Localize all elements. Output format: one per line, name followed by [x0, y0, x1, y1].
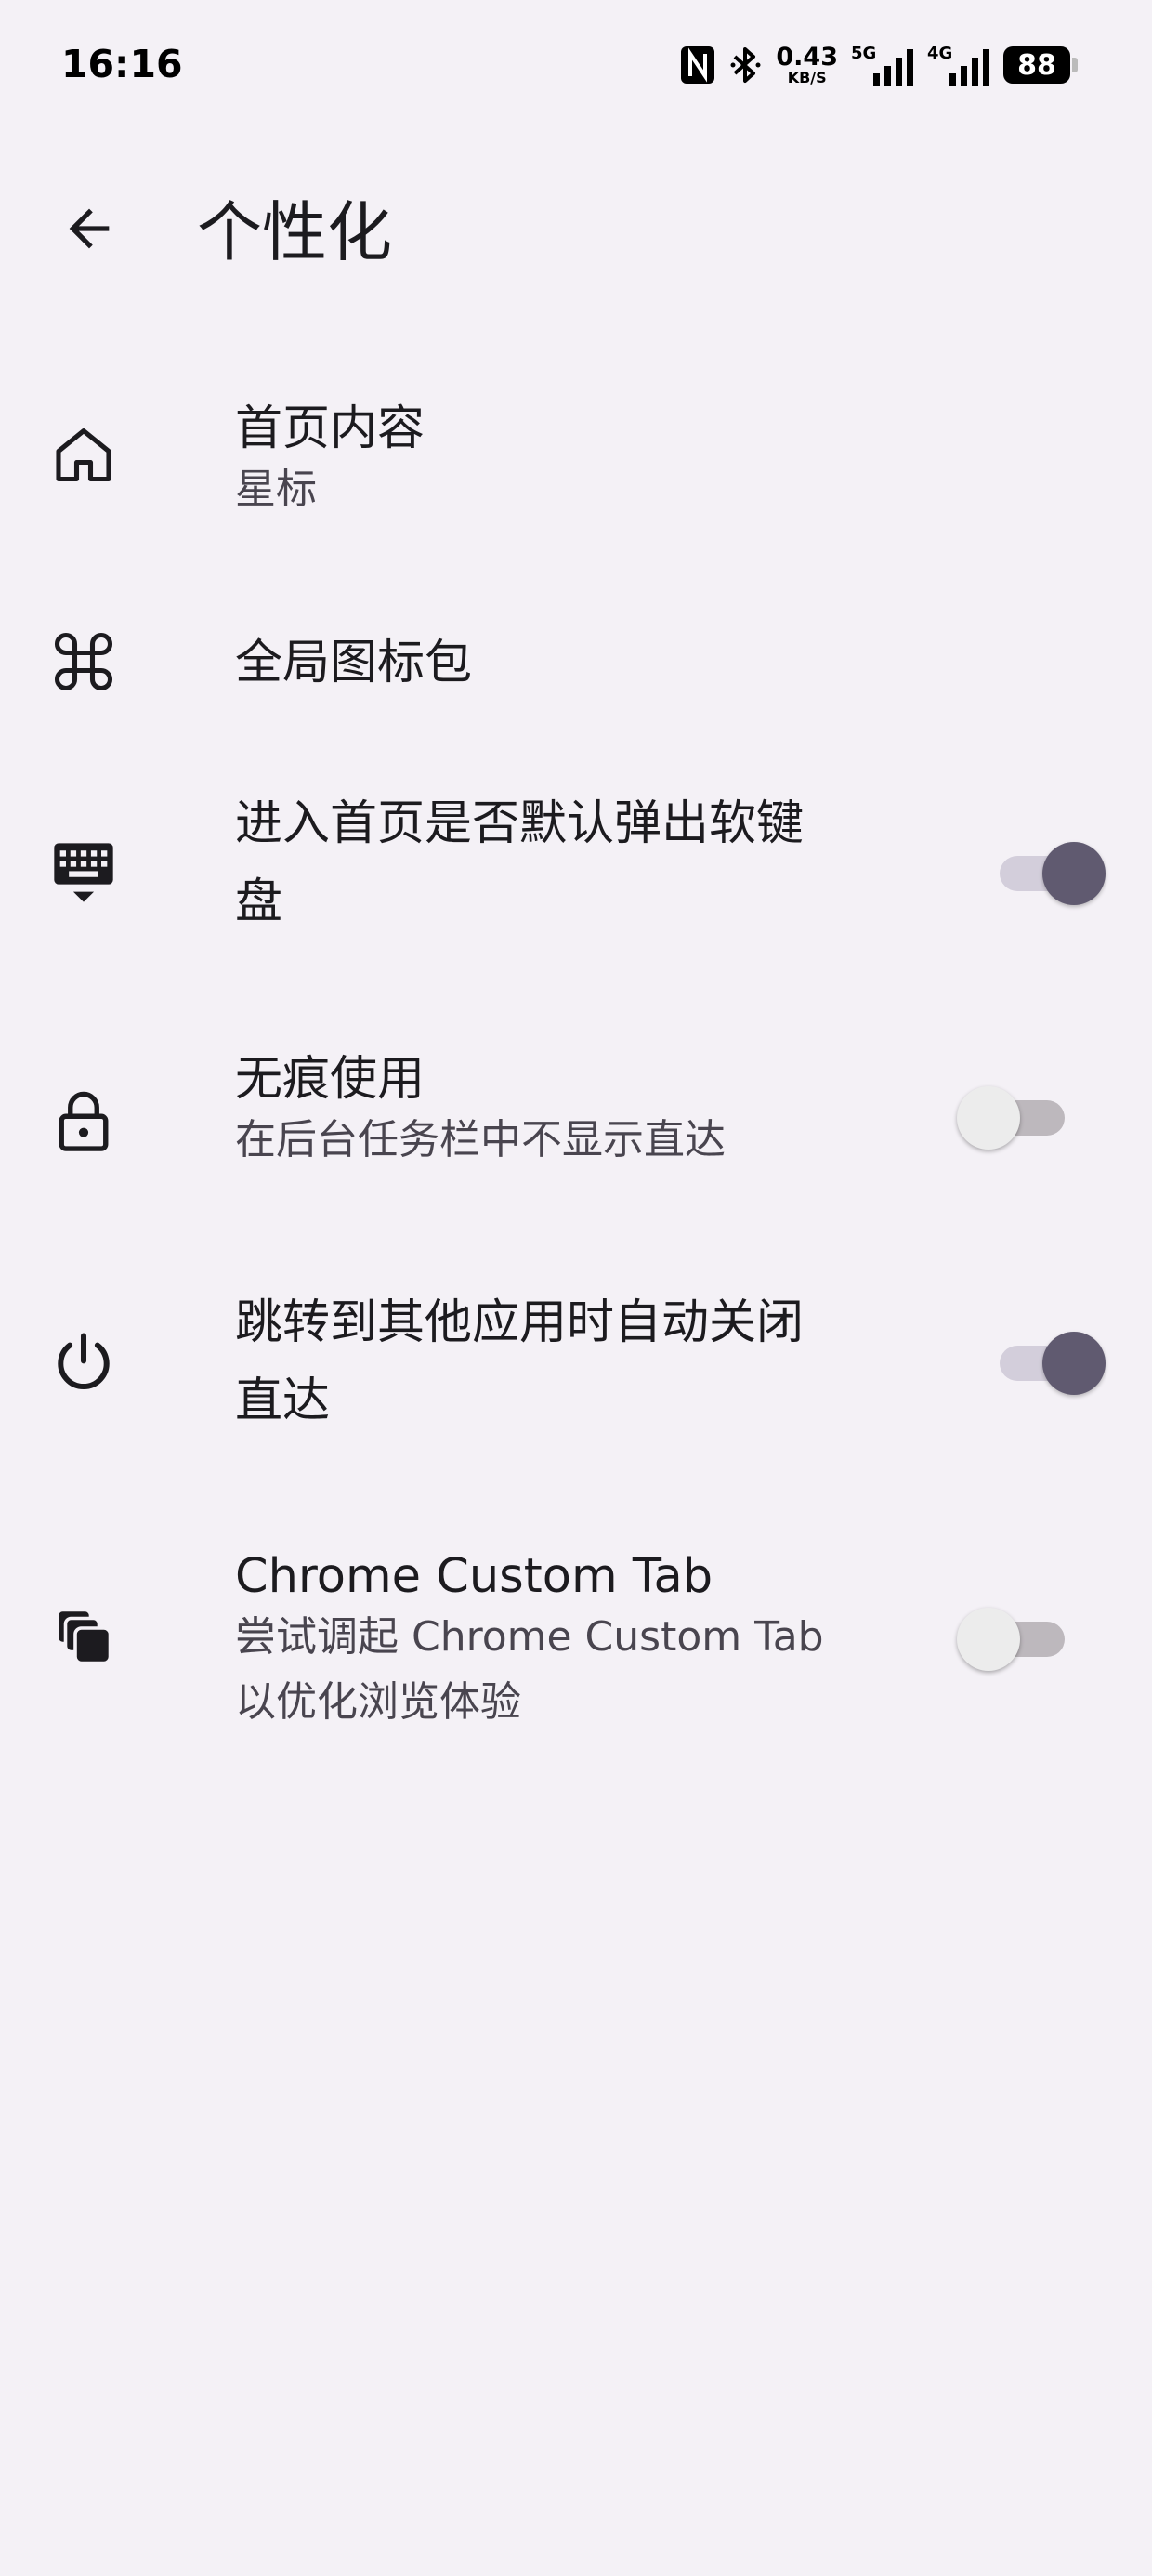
battery-tip — [1072, 58, 1078, 72]
keyboard-icon — [45, 834, 123, 912]
setting-auto-keyboard[interactable]: 进入首页是否默认弹出软键 盘 — [0, 785, 1152, 971]
setting-title-line2: 盘 — [235, 874, 283, 929]
keyboard-toggle-switch[interactable] — [977, 834, 1106, 912]
tabs-icon — [45, 1597, 123, 1676]
incognito-toggle-switch[interactable] — [957, 1078, 1068, 1156]
sim1-signal-icon: 5G — [851, 44, 914, 86]
bluetooth-icon — [729, 45, 763, 85]
setting-subtitle: 在后台任务栏中不显示直达 — [235, 1116, 726, 1163]
battery-level: 88 — [1003, 46, 1070, 84]
switch-thumb — [957, 1086, 1020, 1150]
setting-global-icon-pack[interactable]: 全局图标包 — [0, 595, 1152, 734]
lock-icon — [45, 1082, 123, 1160]
page-title: 个性化 — [197, 194, 392, 270]
status-bar: 16:16 0.43 KB/S 5G 4G 88 — [0, 0, 1152, 136]
status-time: 16:16 — [61, 42, 183, 86]
power-icon — [45, 1323, 123, 1401]
setting-title: 全局图标包 — [235, 636, 473, 690]
sim2-signal-icon: 4G — [927, 44, 990, 86]
setting-title-line1: 进入首页是否默认弹出软键 — [235, 796, 805, 851]
arrow-back-icon — [69, 208, 110, 249]
chrome-custom-tab-toggle-switch[interactable] — [957, 1599, 1068, 1677]
setting-subtitle-line2: 以优化浏览体验 — [235, 1678, 521, 1726]
setting-title-line1: 跳转到其他应用时自动关闭 — [235, 1295, 805, 1350]
switch-thumb — [957, 1608, 1020, 1671]
network-speed: 0.43 KB/S — [776, 45, 838, 85]
switch-thumb — [1042, 1332, 1106, 1395]
status-icons: 0.43 KB/S 5G 4G 88 — [679, 43, 1078, 87]
setting-auto-close[interactable]: 跳转到其他应用时自动关闭 直达 — [0, 1284, 1152, 1452]
network-speed-value: 0.43 — [776, 43, 838, 72]
nfc-icon — [679, 45, 716, 85]
setting-chrome-custom-tab[interactable]: Chrome Custom Tab 尝试调起 Chrome Custom Tab… — [0, 1538, 1152, 1742]
setting-home-content[interactable]: 首页内容 星标 — [0, 372, 1152, 539]
network-speed-unit: KB/S — [787, 69, 827, 86]
setting-subtitle-line1: 尝试调起 Chrome Custom Tab — [235, 1613, 824, 1661]
home-icon — [45, 416, 123, 494]
back-button[interactable] — [52, 191, 126, 266]
battery-icon: 88 — [1003, 46, 1078, 84]
setting-incognito[interactable]: 无痕使用 在后台任务栏中不显示直达 — [0, 1041, 1152, 1208]
icon-pack-icon — [45, 623, 123, 701]
auto-close-toggle-switch[interactable] — [977, 1323, 1106, 1401]
switch-thumb — [1042, 842, 1106, 905]
setting-title-line2: 直达 — [235, 1373, 331, 1428]
